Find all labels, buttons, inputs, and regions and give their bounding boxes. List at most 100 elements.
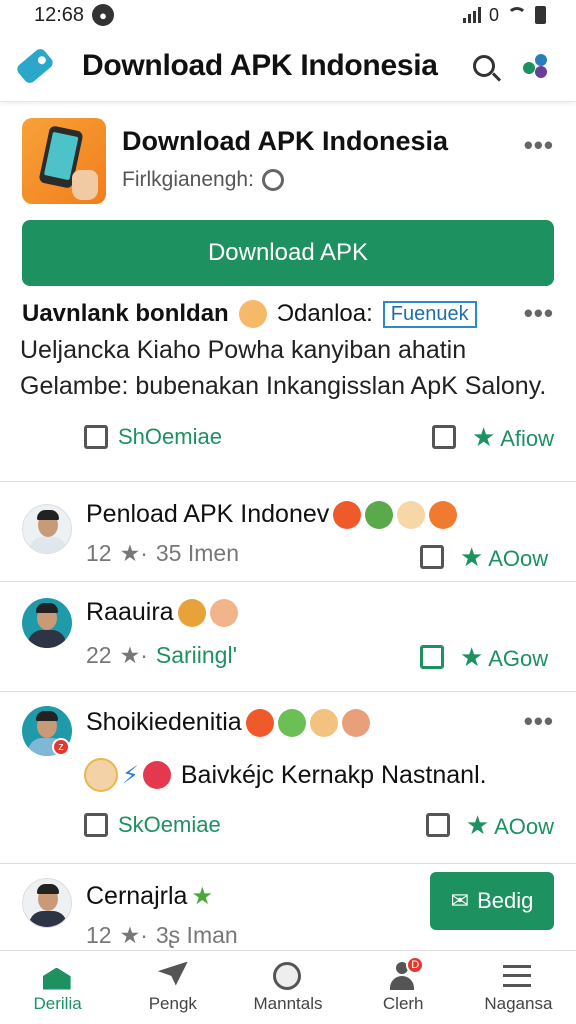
emoji-icon: [365, 500, 394, 529]
thumbs-up-outline-icon[interactable]: [425, 813, 450, 837]
star-icon: ★·: [119, 642, 148, 668]
post-right-actions: ★ AGow: [420, 642, 548, 673]
avatar-hair: [37, 884, 59, 894]
more-options-icon[interactable]: •••: [524, 706, 554, 737]
emoji-icon: [333, 500, 362, 529]
bedig-button[interactable]: ✉ Bedig: [430, 872, 554, 930]
star-icon: ★·: [119, 922, 148, 948]
signal-icon: [462, 7, 481, 23]
search-button[interactable]: [462, 44, 506, 88]
star-icon: ★: [465, 809, 490, 840]
like-action[interactable]: SkOemiae: [84, 812, 426, 838]
avatar[interactable]: [22, 598, 72, 648]
avatar-suit: [29, 911, 67, 927]
avatar-suit: [28, 630, 66, 648]
extensions-button[interactable]: [514, 44, 558, 88]
nav-item-derilia[interactable]: Derilia: [0, 951, 115, 1024]
smile-emoji-icon: [238, 300, 267, 328]
like-label: ShOemiae: [118, 424, 222, 449]
avatar-shirt: [29, 537, 67, 553]
more-options-icon[interactable]: •••: [524, 298, 554, 329]
battery-icon: [535, 6, 546, 24]
home-icon: [42, 962, 73, 990]
notification-icon: ●: [92, 4, 115, 26]
emoji-icon: [209, 598, 238, 627]
like-action[interactable]: ShOemiae: [84, 424, 432, 450]
star-icon: ★: [460, 641, 484, 672]
nav-item-manntals[interactable]: Manntals: [230, 951, 345, 1024]
post-author-name: Cernajrla: [86, 882, 188, 910]
emoji-icon: [309, 708, 338, 737]
post-author: Raauira: [86, 598, 238, 627]
star-icon: ★·: [119, 540, 148, 566]
nav-label: Pengk: [148, 993, 197, 1013]
follow-action[interactable]: ★ AOow: [460, 542, 548, 573]
app-bar: Download APK Indonesia: [0, 30, 576, 102]
nav-label: Clerh: [382, 993, 424, 1013]
bedig-label: Bedig: [477, 888, 534, 913]
post-author-name: Shoikiedenitia: [86, 708, 242, 736]
hand-icon: [72, 170, 98, 200]
post-author: Penload APK Indonev: [86, 500, 458, 529]
thumbs-up-icon: [84, 425, 108, 449]
clock-icon: [261, 169, 284, 191]
emoji-icon: [341, 708, 370, 737]
post-body: ⚡ Baivkéjc Kernakp Nastnanl.: [84, 758, 487, 792]
post-headline-text: Uavnlank bonldan: [22, 300, 229, 327]
emoji-icon: [429, 500, 458, 529]
thumbs-up-icon[interactable]: [420, 545, 444, 569]
follow-action[interactable]: ★ AOow: [466, 810, 554, 841]
post-author: Shoikiedenitia: [86, 708, 370, 737]
post-headline: Uavnlank bonldan Ɔdanloa: Fuenuek: [22, 300, 477, 328]
post-actions: SkOemiae ★ AOow: [84, 808, 554, 842]
thumbs-up-icon: [84, 813, 108, 837]
post-meta-text: 3ʂ Iman: [155, 922, 238, 948]
app-icon: [22, 118, 106, 204]
post-card: Penload APK Indonev 12 ★· 35 Imen ★ AOow: [0, 482, 576, 582]
post-right-actions: ★ AOow: [420, 542, 548, 573]
nav-label: Derilia: [33, 993, 82, 1013]
globe-icon: [273, 961, 303, 990]
status-bar: 12:68 ● 0: [0, 0, 576, 30]
app-card-subtitle-text: Firlkgianengh:: [122, 168, 254, 191]
post-meta: 12 ★· 3ʂ Iman: [86, 922, 238, 949]
avatar-hair: [36, 603, 58, 613]
nav-badge: D: [406, 955, 425, 974]
follow-action[interactable]: ★ Afiow: [472, 422, 554, 453]
send-icon: [157, 961, 188, 990]
emoji-icon: [397, 500, 426, 529]
share-icon[interactable]: [431, 425, 456, 449]
post-body: Ueljancka Kiaho Powha kanyiban ahatin Ge…: [20, 336, 547, 400]
avatar[interactable]: [22, 504, 72, 554]
post-meta-count: 22: [86, 642, 112, 668]
more-options-icon[interactable]: •••: [524, 130, 554, 161]
like-label: SkOemiae: [118, 812, 221, 837]
post-author: Cernajrla ★: [86, 882, 213, 911]
post-card: Uavnlank bonldan Ɔdanloa: Fuenuek ••• Ue…: [0, 286, 576, 482]
follow-label: AOow: [488, 545, 549, 571]
status-right-text: 0: [488, 4, 499, 25]
emoji-icon: [177, 598, 206, 627]
follow-label: AGow: [488, 645, 549, 671]
nav-item-nagansa[interactable]: Nagansa: [461, 951, 576, 1024]
avatar[interactable]: [22, 878, 72, 928]
download-apk-button[interactable]: Download APK: [22, 220, 554, 286]
thumbs-up-icon[interactable]: [420, 645, 444, 669]
feed[interactable]: Download APK Indonesia Firlkgianengh: ••…: [0, 104, 576, 950]
post-right-actions: ★ AOow: [425, 810, 554, 841]
bottom-nav: Derilia Pengk Manntals D Clerh Nagansa: [0, 950, 576, 1024]
post-meta-text: Sariingl': [155, 642, 237, 668]
post-tag[interactable]: Fuenuek: [382, 300, 477, 328]
nav-item-pengk[interactable]: Pengk: [115, 951, 230, 1024]
follow-action[interactable]: ★ AGow: [460, 642, 548, 673]
search-icon: [473, 54, 495, 77]
post-right-actions: ★ Afiow: [431, 422, 554, 453]
nav-item-clerh[interactable]: D Clerh: [346, 951, 461, 1024]
wifi-icon: [507, 7, 527, 23]
menu-icon: [503, 962, 533, 990]
status-time: 12:68: [34, 3, 85, 26]
emoji-icon: [277, 708, 306, 737]
post-meta: 12 ★· 35 Imen: [86, 540, 239, 567]
star-icon: ★: [191, 883, 213, 910]
star-icon: ★: [471, 421, 496, 452]
